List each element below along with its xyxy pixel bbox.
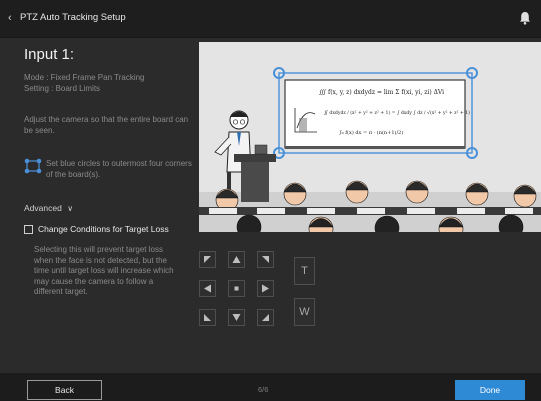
- input-heading: Input 1:: [24, 46, 75, 63]
- footer-bar: Back 6/6 Done: [0, 373, 541, 401]
- arrow-up-right-icon: [262, 256, 269, 263]
- arrow-down-icon: [232, 314, 241, 321]
- tilt-down-button[interactable]: [228, 309, 245, 326]
- arrow-down-left-icon: [204, 314, 211, 321]
- corner-hint: Set blue circles to outermost four corne…: [46, 159, 192, 179]
- board-formula-1: ∭ f(x, y, z) dxdydz = lim Σ f(xi, yi, zi…: [319, 89, 444, 96]
- tilt-up-button[interactable]: [228, 251, 245, 268]
- target-loss-option[interactable]: Change Conditions for Target Loss: [24, 224, 169, 234]
- setting-line: Setting : Board Limits: [24, 84, 101, 93]
- bell-icon[interactable]: [519, 11, 531, 25]
- target-loss-checkbox[interactable]: [24, 224, 33, 234]
- adjust-instruction: Adjust the camera so that the entire boa…: [24, 115, 189, 135]
- board-formula-2: ∬ dxdydz / (x² + y² + z² + 1) = ∫ dxdy ∫…: [324, 109, 470, 116]
- corner-handles-icon: [24, 158, 42, 174]
- title-bar: ‹ PTZ Auto Tracking Setup: [0, 0, 541, 38]
- instructions-panel: Input 1: Mode : Fixed Frame Pan Tracking…: [0, 38, 195, 368]
- zoom-wide-button[interactable]: W: [294, 298, 315, 326]
- pan-down-left-button[interactable]: [199, 309, 216, 326]
- arrow-up-icon: [232, 256, 241, 263]
- target-loss-label: Change Conditions for Target Loss: [38, 224, 169, 234]
- pan-down-right-button[interactable]: [257, 309, 274, 326]
- chevron-left-icon[interactable]: ‹: [8, 12, 12, 24]
- stop-icon: [234, 286, 239, 291]
- target-loss-description: Selecting this will prevent target loss …: [34, 245, 174, 296]
- back-button[interactable]: Back: [27, 380, 102, 400]
- pan-up-left-button[interactable]: [199, 251, 216, 268]
- stop-button[interactable]: [228, 280, 245, 297]
- arrow-down-right-icon: [262, 314, 269, 321]
- pan-left-button[interactable]: [199, 280, 216, 297]
- arrow-left-icon: [204, 284, 211, 293]
- page-title: PTZ Auto Tracking Setup: [20, 12, 126, 23]
- camera-preview: ∭ f(x, y, z) dxdydz = lim Σ f(xi, yi, zi…: [199, 42, 541, 232]
- classroom-illustration: ∭ f(x, y, z) dxdydz = lim Σ f(xi, yi, zi…: [199, 42, 541, 232]
- chevron-down-icon: ∨: [67, 204, 74, 213]
- arrow-right-icon: [262, 284, 269, 293]
- advanced-toggle[interactable]: Advanced ∨: [24, 203, 73, 213]
- mode-line: Mode : Fixed Frame Pan Tracking: [24, 73, 145, 82]
- zoom-tele-button[interactable]: T: [294, 257, 315, 285]
- done-button[interactable]: Done: [455, 380, 525, 400]
- page-indicator: 6/6: [258, 385, 269, 394]
- board-formula-3: ∫₀ f(x) dx = π · (n(n+1)/2): [339, 129, 403, 136]
- mode-info: Mode : Fixed Frame Pan Tracking Setting …: [24, 72, 194, 94]
- advanced-label: Advanced: [24, 203, 62, 213]
- pan-right-button[interactable]: [257, 280, 274, 297]
- pan-up-right-button[interactable]: [257, 251, 274, 268]
- arrow-up-left-icon: [204, 256, 211, 263]
